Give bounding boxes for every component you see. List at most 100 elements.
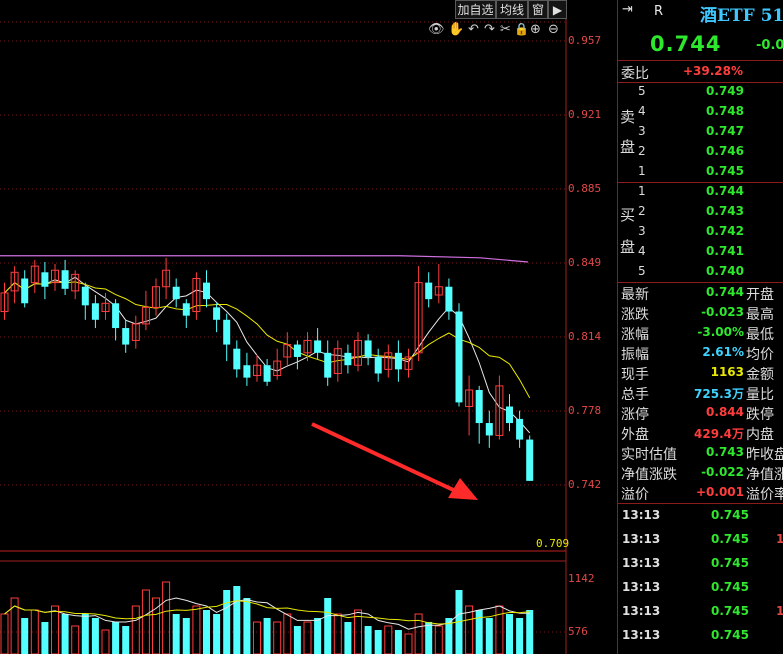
ma-line-button[interactable]: 均线 [496, 0, 528, 19]
hand-icon[interactable]: ✋ [448, 22, 464, 37]
eye-icon[interactable]: 👁 [428, 22, 445, 37]
tick-row[interactable]: 13:13 0.745 [618, 508, 783, 532]
tick-price: 0.745 [711, 628, 749, 642]
stat-value: 0.844 [706, 405, 744, 419]
stat-label-right: 开盘 [746, 287, 774, 303]
stat-row: 涨幅 -3.00% 最低 [618, 323, 783, 343]
stat-label-right: 溢价率 [746, 487, 783, 503]
add-watchlist-button[interactable]: 加自选 [455, 0, 496, 19]
candle-body [445, 286, 453, 312]
candle-body [526, 439, 534, 481]
level-price: 0.749 [706, 84, 744, 98]
level-index: 4 [638, 244, 646, 258]
volume-bar [233, 586, 241, 654]
buy-level-row[interactable]: 2 0.743 [618, 202, 783, 222]
stat-label: 总手 [621, 387, 649, 403]
security-title: 酒ETF 51 [700, 6, 783, 26]
level-index: 5 [638, 84, 646, 98]
level-index: 1 [638, 164, 646, 178]
stat-label: 溢价 [621, 487, 649, 503]
level-price: 0.742 [706, 224, 744, 238]
latest-price: 0.744 [650, 32, 722, 56]
volume-bar [263, 618, 271, 654]
r-badge: R [654, 4, 664, 19]
candle-body [203, 282, 210, 300]
level-index: 5 [638, 264, 646, 278]
volume-bar [384, 625, 393, 654]
undo-icon[interactable]: ↶ [468, 22, 479, 37]
kline-chart[interactable] [0, 0, 617, 654]
sell-level-row[interactable]: 1 0.745 [618, 162, 783, 182]
volume-bar [243, 598, 251, 654]
sell-orders: 卖 盘 5 0.749 4 0.748 3 0.747 2 0.746 1 0.745 [618, 82, 783, 182]
candle-body [364, 340, 372, 357]
trend-arrow-shaft [311, 422, 463, 496]
buy-level-row[interactable]: 3 0.742 [618, 222, 783, 242]
volume-bar [122, 626, 130, 654]
stat-label: 实时估值 [621, 447, 677, 463]
candle-body [172, 286, 180, 300]
tick-row[interactable]: 13:13 0.745 [618, 556, 783, 580]
tick-list[interactable]: 13:13 0.745 13:13 0.745 1 13:13 0.745 13:13 0.74… [618, 504, 783, 654]
lock-icon[interactable]: 🔒 [514, 22, 529, 36]
kline-chart-area[interactable]: 加自选 均线 窗 ▶ 👁 ✋ ↶ ↷ ✂ 🔒 ⊕ ⊖ 0.957 0.921 0… [0, 0, 617, 654]
volume-bar [81, 614, 89, 654]
stat-row: 净值涨跌 -0.022净值涨 [618, 463, 783, 483]
level-price: 0.748 [706, 104, 744, 118]
tick-row[interactable]: 13:13 0.745 1 [618, 604, 783, 628]
volume-bar [526, 610, 534, 654]
candle-body [213, 307, 221, 320]
candle-body [506, 406, 513, 424]
price-axis-label: 0.742 [568, 478, 602, 491]
level-price: 0.746 [706, 144, 744, 158]
sell-level-row[interactable]: 4 0.748 [618, 102, 783, 122]
tick-volume: 1 [776, 604, 783, 618]
panel-nav-button[interactable]: ⇥ [622, 2, 633, 17]
level-price: 0.740 [706, 264, 744, 278]
zoom-out-icon[interactable]: ⊖ [548, 22, 559, 37]
sell-level-row[interactable]: 3 0.747 [618, 122, 783, 142]
candle-body [374, 356, 382, 374]
stat-value: -0.022 [701, 465, 744, 479]
tick-row[interactable]: 13:13 0.745 1 [618, 532, 783, 556]
buy-level-row[interactable]: 1 0.744 [618, 182, 783, 202]
candle-body [91, 303, 99, 320]
tick-volume: 1 [776, 532, 783, 546]
volume-bar [273, 621, 282, 654]
volume-bar [293, 626, 301, 654]
candle-body [516, 418, 524, 440]
scissors-icon[interactable]: ✂ [500, 22, 511, 37]
level-index: 2 [638, 144, 646, 158]
volume-bar [333, 613, 342, 654]
stat-label: 涨停 [621, 407, 649, 423]
volume-bar [162, 581, 171, 654]
stat-row: 现手 1163 金额 [618, 363, 783, 383]
stat-label-right: 净值涨 [746, 467, 783, 483]
sell-level-row[interactable]: 5 0.749 [618, 82, 783, 102]
tick-price: 0.745 [711, 508, 749, 522]
tick-time: 13:13 [622, 556, 661, 570]
tick-time: 13:13 [622, 580, 661, 594]
level-price: 0.744 [706, 184, 744, 198]
stat-row: 外盘 429.4万 内盘 [618, 423, 783, 443]
volume-bar [223, 590, 231, 654]
level-index: 2 [638, 204, 646, 218]
tick-row[interactable]: 13:13 0.745 [618, 628, 783, 652]
buy-level-row[interactable]: 5 0.740 [618, 262, 783, 282]
candle-body [394, 352, 402, 370]
volume-bar [182, 618, 190, 654]
expand-button[interactable]: ▶ [548, 0, 567, 19]
stat-label: 振幅 [621, 347, 649, 363]
stat-label-right: 量比 [746, 387, 774, 403]
redo-icon[interactable]: ↷ [484, 22, 495, 37]
level-price: 0.741 [706, 244, 744, 258]
sell-level-row[interactable]: 2 0.746 [618, 142, 783, 162]
window-button[interactable]: 窗 [528, 0, 548, 19]
buy-level-row[interactable]: 4 0.741 [618, 242, 783, 262]
candle-body [425, 282, 433, 300]
stat-label: 外盘 [621, 427, 649, 443]
tick-row[interactable]: 13:13 0.745 [618, 580, 783, 604]
volume-bar [364, 626, 372, 654]
candle-body [344, 352, 352, 366]
zoom-in-icon[interactable]: ⊕ [530, 22, 541, 37]
